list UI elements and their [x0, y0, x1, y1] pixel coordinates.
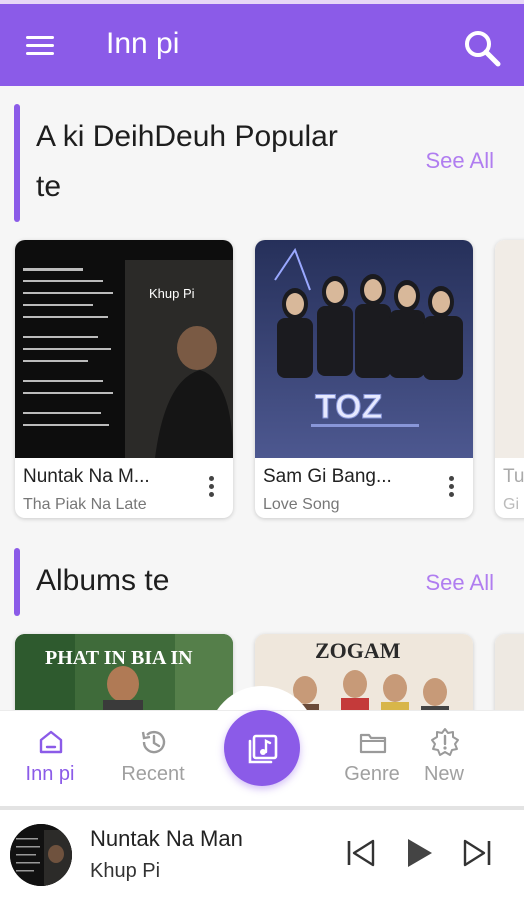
nav-item-home[interactable]: Inn pi — [0, 711, 100, 807]
card-subtitle: Tha Piak Na Late — [23, 496, 147, 513]
album-art: PHAT IN BIA IN — [15, 634, 233, 710]
now-playing-artist: Khup Pi — [90, 860, 161, 882]
new-release-icon — [430, 727, 460, 757]
albums-section-header: Albums te See All — [0, 548, 524, 618]
next-icon[interactable] — [460, 836, 494, 870]
history-icon — [139, 727, 169, 757]
card-title: Tu — [503, 466, 524, 487]
app-bar: Inn pi — [0, 4, 524, 86]
popular-title-line2: te — [36, 170, 62, 203]
card-subtitle: Love Song — [263, 496, 340, 513]
popular-card[interactable]: Tu Gi — [495, 240, 524, 518]
library-music-button[interactable] — [224, 710, 300, 786]
main-content: A ki DeihDeuh Popular te See All Khup Pi — [0, 86, 524, 710]
album-art — [495, 634, 524, 710]
svg-text:TOZ: TOZ — [315, 388, 382, 426]
album-art: Khup Pi — [15, 240, 233, 458]
more-options-icon[interactable] — [449, 476, 455, 500]
app-title: Inn pi — [106, 27, 180, 60]
menu-icon[interactable] — [20, 30, 60, 62]
library-music-icon — [248, 734, 278, 764]
albums-title: Albums te — [36, 564, 170, 597]
svg-text:ZOGAM: ZOGAM — [315, 638, 401, 663]
card-title: Nuntak Na M... — [23, 466, 150, 487]
svg-text:PHAT IN BIA IN: PHAT IN BIA IN — [45, 647, 193, 669]
section-accent-bar — [14, 104, 20, 222]
album-card[interactable] — [495, 634, 524, 710]
popular-section-header: A ki DeihDeuh Popular te See All — [0, 104, 524, 224]
folder-icon — [358, 727, 388, 757]
search-icon[interactable] — [460, 26, 504, 70]
now-playing-cover — [10, 824, 72, 886]
albums-see-all-link[interactable]: See All — [426, 570, 495, 596]
popular-card[interactable]: TOZ Sam Gi Bang... Love Song — [255, 240, 473, 518]
play-icon[interactable] — [402, 836, 436, 870]
album-card[interactable]: PHAT IN BIA IN — [15, 634, 233, 710]
nav-label: New — [423, 763, 464, 785]
svg-text:Khup Pi: Khup Pi — [149, 286, 195, 301]
nav-item-recent[interactable]: Recent — [103, 711, 203, 807]
more-options-icon[interactable] — [209, 476, 215, 500]
nav-label: Inn pi — [25, 763, 75, 785]
now-playing-title: Nuntak Na Man — [90, 826, 243, 851]
popular-card[interactable]: Khup Pi Nuntak Na M... Tha Piak Na Late — [15, 240, 233, 518]
previous-icon[interactable] — [344, 836, 378, 870]
album-art: TOZ — [255, 240, 473, 458]
nav-item-new[interactable]: New — [394, 711, 494, 807]
album-art — [495, 240, 524, 458]
mini-player[interactable]: Nuntak Na Man Khup Pi — [0, 810, 524, 900]
section-accent-bar — [14, 548, 20, 616]
nav-label: Recent — [121, 763, 185, 785]
home-icon — [36, 727, 66, 757]
card-title: Sam Gi Bang... — [263, 466, 392, 487]
card-subtitle: Gi — [503, 496, 519, 513]
popular-title-line1: A ki DeihDeuh Popular — [36, 120, 338, 153]
popular-see-all-link[interactable]: See All — [426, 148, 495, 174]
